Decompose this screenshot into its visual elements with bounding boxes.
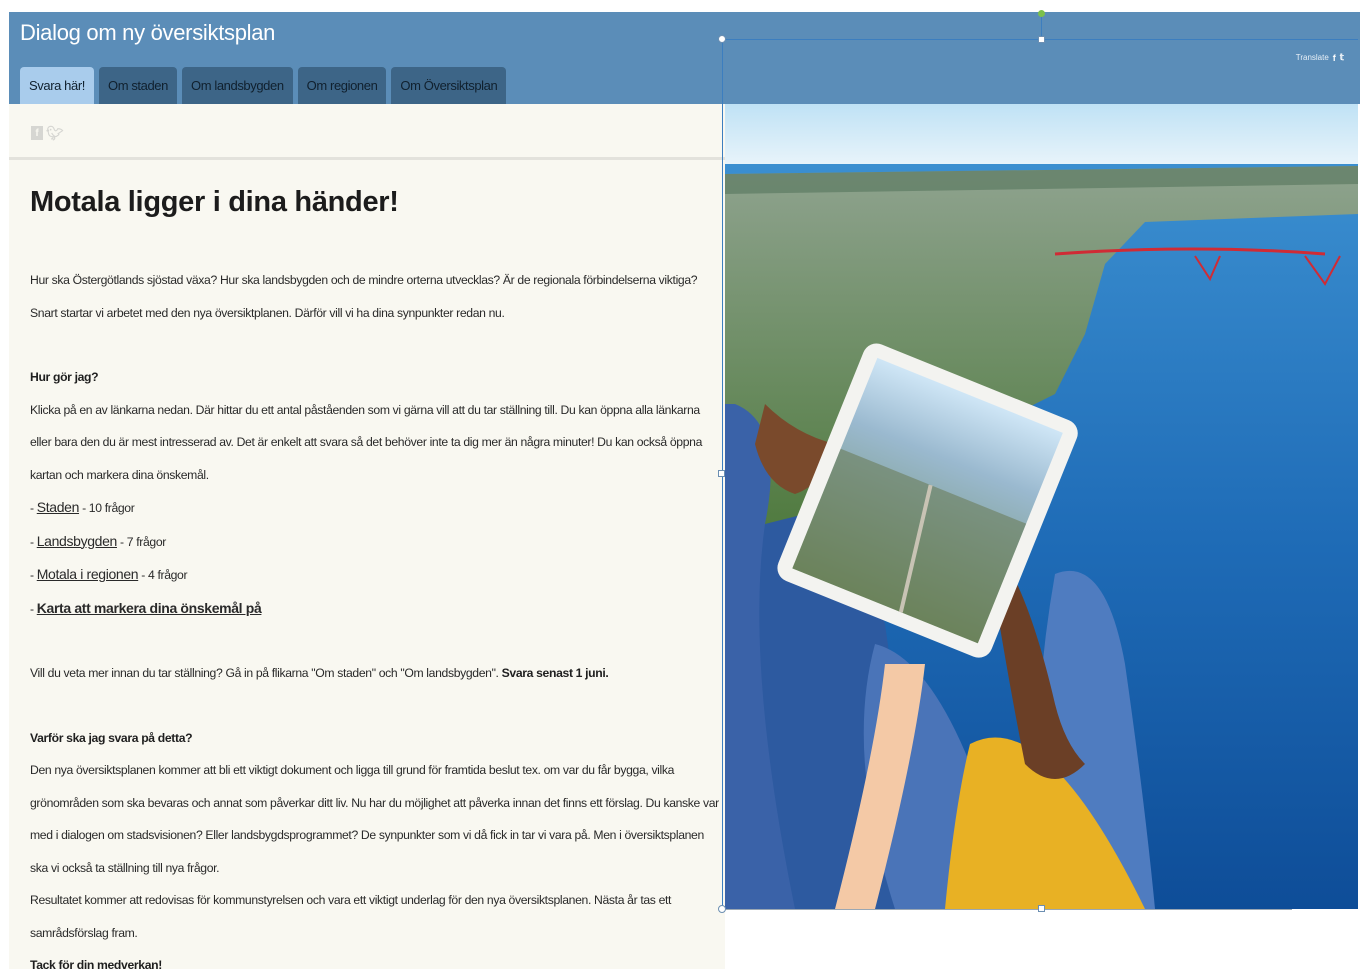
link-staden[interactable]: Staden <box>37 499 80 515</box>
why-heading: Varför ska jag svara på detta? <box>30 730 193 745</box>
translate-label[interactable]: Translate <box>1296 53 1329 62</box>
share-buttons: f 🐦︎ <box>31 125 64 141</box>
result-text: Resultatet kommer att redovisas för komm… <box>30 893 672 940</box>
link-landsbygden[interactable]: Landsbygden <box>37 533 118 549</box>
divider <box>9 157 725 160</box>
resize-handle-bottom[interactable] <box>1038 905 1045 912</box>
how-text: Klicka på en av länkarna nedan. Där hitt… <box>30 402 703 482</box>
site-header: Dialog om ny översiktsplan Svara här! Om… <box>9 12 1360 104</box>
resize-handle-top-left[interactable] <box>718 35 726 43</box>
facebook-icon[interactable]: f <box>1333 53 1336 63</box>
resize-handle-top[interactable] <box>1038 36 1045 43</box>
tab-om-regionen[interactable]: Om regionen <box>297 67 387 104</box>
aerial-photo-tablet <box>725 104 1358 909</box>
link-karta[interactable]: Karta att markera dina önskemål på <box>37 600 262 616</box>
resize-handle-left[interactable] <box>718 470 725 477</box>
twitter-icon[interactable]: 🐦︎ <box>46 125 64 141</box>
article-body: Hur ska Östergötlands sjöstad växa? Hur … <box>30 264 720 969</box>
main-content: f 🐦︎ Motala ligger i dina händer! Hur sk… <box>9 104 725 969</box>
rotate-handle[interactable] <box>1038 10 1045 17</box>
hero-image[interactable] <box>725 104 1358 909</box>
link-item: - Karta att markera dina önskemål på <box>30 599 262 616</box>
facebook-icon[interactable]: f <box>31 126 43 140</box>
more-info-text: Vill du veta mer innan du tar ställning?… <box>30 666 609 680</box>
why-text: Den nya översiktsplanen kommer att bli e… <box>30 763 719 875</box>
resize-handle-bottom-left[interactable] <box>718 905 726 913</box>
tab-om-oversiktsplan[interactable]: Om Översiktsplan <box>391 67 507 104</box>
tab-om-staden[interactable]: Om staden <box>98 67 177 104</box>
link-item: - Staden - 10 frågor <box>30 499 135 515</box>
how-heading: Hur gör jag? <box>30 370 99 384</box>
deadline-text: Svara senast 1 juni. <box>501 666 609 680</box>
link-item: - Motala i regionen - 4 frågor <box>30 566 188 582</box>
nav-tabs: Svara här! Om staden Om landsbygden Om r… <box>20 67 507 104</box>
selection-bottom-edge <box>722 909 1292 910</box>
thanks-text: Tack för din medverkan! <box>30 958 162 969</box>
twitter-icon[interactable]: 𝕥 <box>1340 52 1344 63</box>
tab-svara-har[interactable]: Svara här! <box>20 67 94 104</box>
tab-om-landsbygden[interactable]: Om landsbygden <box>181 67 293 104</box>
translate-widget[interactable]: Translate f 𝕥 <box>1296 52 1344 63</box>
link-motala-i-regionen[interactable]: Motala i regionen <box>37 566 139 582</box>
site-title[interactable]: Dialog om ny översiktsplan <box>20 20 275 46</box>
link-item: - Landsbygden - 7 frågor <box>30 532 166 549</box>
page-title: Motala ligger i dina händer! <box>30 186 399 218</box>
intro-text: Hur ska Östergötlands sjöstad växa? Hur … <box>30 273 698 320</box>
